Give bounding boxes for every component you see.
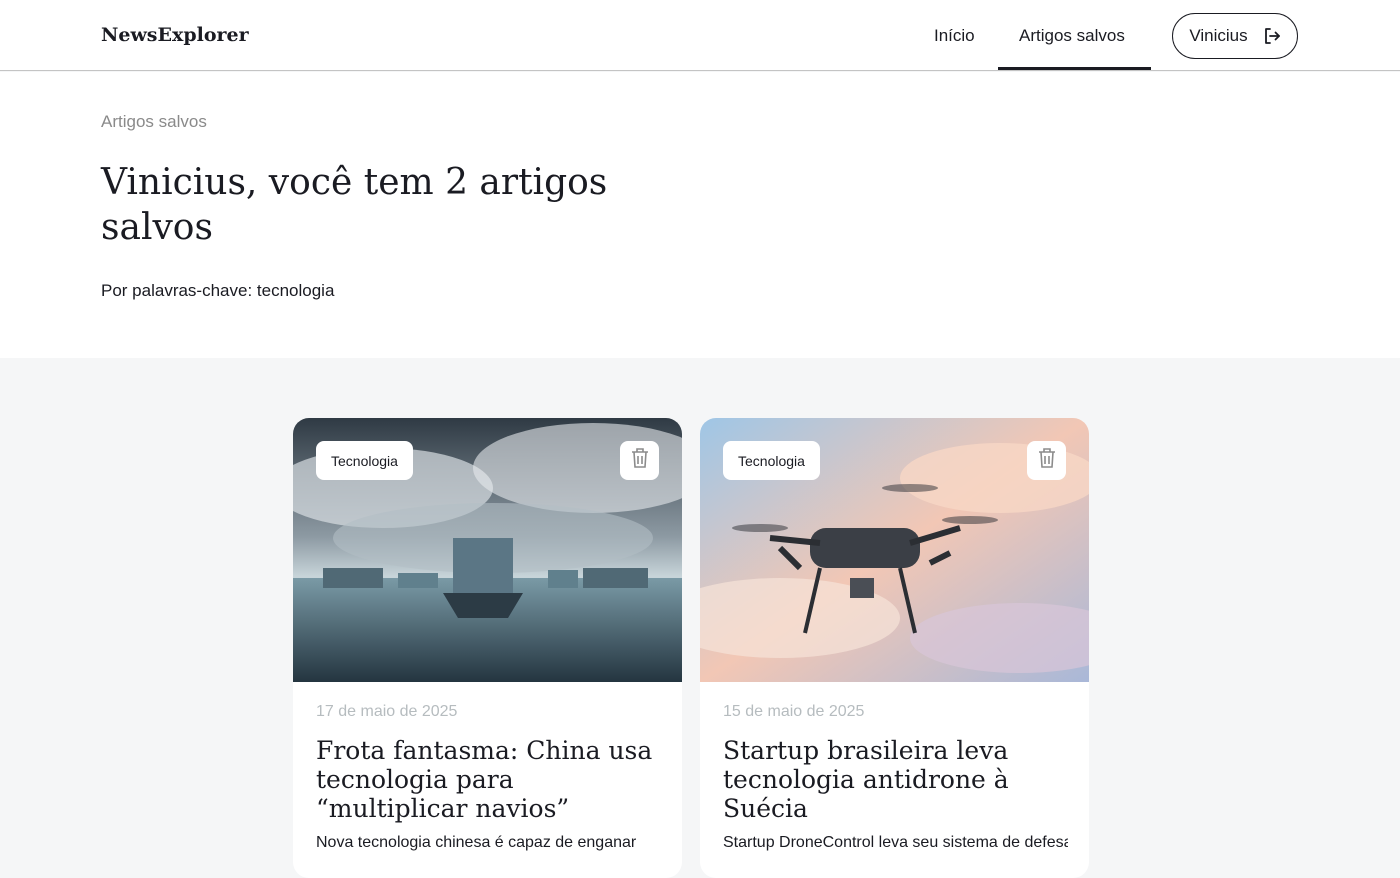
active-nav-indicator xyxy=(998,67,1151,70)
article-card[interactable]: Tecnologia 17 de maio de 2025 Frota fant… xyxy=(293,418,682,878)
article-title[interactable]: Frota fantasma: China usa tecnologia par… xyxy=(316,736,661,823)
logo[interactable]: NewsExplorer xyxy=(101,24,249,46)
page-title: Vinicius, você tem 2 artigos salvos xyxy=(101,162,608,248)
article-card[interactable]: Tecnologia 15 de maio de 2025 Startup br… xyxy=(700,418,1089,878)
article-date: 17 de maio de 2025 xyxy=(316,703,458,720)
nav-home-link[interactable]: Início xyxy=(934,26,975,46)
article-title[interactable]: Startup brasileira leva tecnologia antid… xyxy=(723,736,1068,823)
nav-saved-articles-link[interactable]: Artigos salvos xyxy=(1019,26,1125,46)
site-header: NewsExplorer Início Artigos salvos Vinic… xyxy=(0,0,1400,71)
breadcrumb: Artigos salvos xyxy=(101,112,207,131)
article-date: 15 de maio de 2025 xyxy=(723,703,865,720)
user-name: Vinicius xyxy=(1189,26,1248,45)
user-logout-button[interactable]: Vinicius xyxy=(1172,13,1298,59)
category-tag: Tecnologia xyxy=(316,441,413,480)
trash-icon xyxy=(1037,447,1057,474)
category-tag: Tecnologia xyxy=(723,441,820,480)
delete-article-button[interactable] xyxy=(1027,441,1066,480)
article-excerpt: Nova tecnologia chinesa é capaz de engan… xyxy=(316,834,637,851)
saved-articles-intro: Artigos salvos Vinicius, você tem 2 arti… xyxy=(0,72,1400,358)
article-excerpt: Startup DroneControl leva seu sistema de… xyxy=(723,834,1068,851)
logout-icon xyxy=(1263,27,1281,45)
keywords-summary: Por palavras-chave: tecnologia xyxy=(101,281,335,300)
trash-icon xyxy=(630,447,650,474)
delete-article-button[interactable] xyxy=(620,441,659,480)
